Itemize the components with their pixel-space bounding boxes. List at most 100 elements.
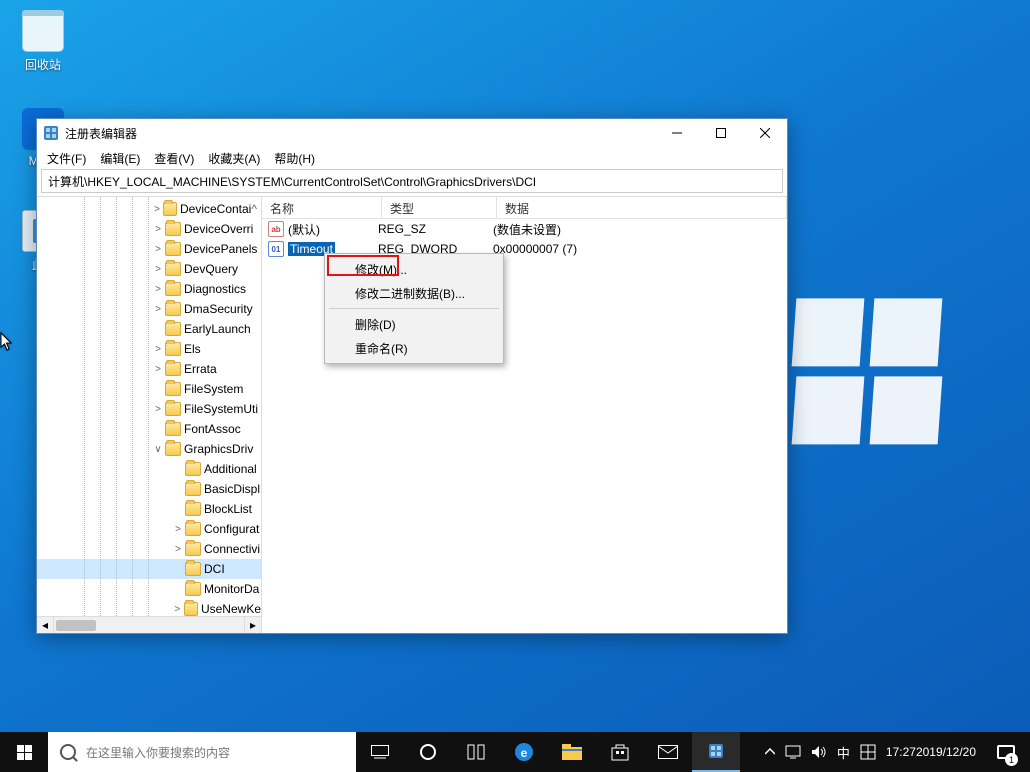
tree-label: EarlyLaunch: [184, 322, 251, 336]
expand-icon[interactable]: >: [152, 264, 164, 275]
tree-label: GraphicsDriv: [184, 442, 253, 456]
tree-node[interactable]: > DevicePanels: [37, 239, 261, 259]
tree-node[interactable]: >Connectivi: [37, 539, 261, 559]
tree-node[interactable]: >DevQuery: [37, 259, 261, 279]
expand-icon[interactable]: >: [172, 544, 184, 555]
folder-icon: [185, 522, 201, 536]
menu-help[interactable]: 帮助(H): [268, 148, 321, 169]
tree-node[interactable]: > Diagnostics: [37, 279, 261, 299]
minimize-button[interactable]: [655, 119, 699, 147]
expand-icon[interactable]: >: [172, 524, 184, 535]
expand-icon[interactable]: >: [152, 244, 164, 255]
edge-taskbar-icon[interactable]: e: [500, 732, 548, 772]
folder-icon: [165, 302, 181, 316]
explorer-taskbar-icon[interactable]: [548, 732, 596, 772]
folder-icon: [185, 482, 201, 496]
expand-icon[interactable]: >: [152, 304, 164, 315]
folder-icon: [185, 562, 201, 576]
ime-indicator[interactable]: 中: [837, 743, 850, 762]
tree-node[interactable]: >DeviceContai^: [37, 199, 261, 219]
ctx-delete[interactable]: 删除(D): [327, 312, 501, 336]
scroll-right-icon[interactable]: ▸: [244, 617, 261, 633]
tree-label: FileSystemUti: [184, 402, 258, 416]
folder-icon: [163, 202, 177, 216]
folder-icon: [185, 462, 201, 476]
tree-node[interactable]: >DeviceOverri: [37, 219, 261, 239]
search-box[interactable]: 在这里输入你要搜索的内容: [48, 732, 356, 772]
notifications-icon[interactable]: 1: [986, 732, 1026, 772]
menu-view[interactable]: 查看(V): [148, 148, 200, 169]
col-name[interactable]: 名称: [262, 197, 382, 218]
folder-icon: [165, 402, 181, 416]
taskview-icon[interactable]: [356, 732, 404, 772]
menu-edit[interactable]: 编辑(E): [94, 148, 146, 169]
expand-icon[interactable]: ∨: [152, 444, 164, 455]
list-row[interactable]: ab(默认)REG_SZ(数值未设置): [262, 219, 787, 239]
tree-node[interactable]: BlockList: [37, 499, 261, 519]
tray-volume-icon[interactable]: [811, 745, 827, 759]
tree-node[interactable]: DCI: [37, 559, 261, 579]
tree-node[interactable]: >Els: [37, 339, 261, 359]
tree-node[interactable]: > DmaSecurity: [37, 299, 261, 319]
ime-indicator-2[interactable]: [860, 744, 876, 760]
tray-network-icon[interactable]: [785, 745, 801, 759]
menu-favorites[interactable]: 收藏夹(A): [202, 148, 266, 169]
folder-icon: [185, 542, 201, 556]
ctx-rename[interactable]: 重命名(R): [327, 336, 501, 360]
tray-chevron-icon[interactable]: [765, 748, 775, 756]
maximize-button[interactable]: [699, 119, 743, 147]
context-menu: 修改(M)... 修改二进制数据(B)... 删除(D) 重命名(R): [324, 253, 504, 364]
menu-file[interactable]: 文件(F): [41, 148, 92, 169]
value-data: (数值未设置): [493, 221, 787, 238]
expand-icon[interactable]: >: [152, 404, 164, 415]
titlebar[interactable]: 注册表编辑器: [37, 119, 787, 147]
ctx-modify-binary[interactable]: 修改二进制数据(B)...: [327, 281, 501, 305]
expand-icon[interactable]: >: [152, 204, 162, 215]
folder-icon: [165, 282, 181, 296]
expand-icon[interactable]: >: [152, 224, 164, 235]
tree-node[interactable]: EarlyLaunch: [37, 319, 261, 339]
tree-node[interactable]: FileSystem: [37, 379, 261, 399]
window-title: 注册表编辑器: [65, 125, 655, 142]
tree-label: DmaSecurity: [184, 302, 253, 316]
expand-icon[interactable]: >: [152, 364, 164, 375]
tree-hscrollbar[interactable]: ◂ ▸: [37, 616, 261, 633]
ctx-modify[interactable]: 修改(M)...: [327, 257, 501, 281]
folder-icon: [184, 602, 198, 616]
store-taskbar-icon[interactable]: [596, 732, 644, 772]
col-data[interactable]: 数据: [497, 197, 787, 218]
tree-view[interactable]: >DeviceContai^>DeviceOverri>DevicePanels…: [37, 197, 261, 616]
tree-node[interactable]: > FileSystemUti: [37, 399, 261, 419]
tree-label: UseNewKe: [201, 602, 261, 616]
tree-node[interactable]: >Configurat: [37, 519, 261, 539]
tree-node[interactable]: FontAssoc: [37, 419, 261, 439]
task-icon-1[interactable]: [452, 732, 500, 772]
tree-node[interactable]: >Errata: [37, 359, 261, 379]
tree-node[interactable]: > UseNewKe: [37, 599, 261, 616]
tree-label: Diagnostics: [184, 282, 246, 296]
expand-icon[interactable]: >: [172, 604, 183, 615]
tree-node[interactable]: ∨ GraphicsDriv: [37, 439, 261, 459]
folder-icon: [185, 502, 201, 516]
clock-date: 2019/12/20: [916, 745, 976, 759]
tree-node[interactable]: BasicDispl: [37, 479, 261, 499]
recycle-bin-icon[interactable]: 回收站: [5, 10, 81, 73]
clock[interactable]: 17:27 2019/12/20: [886, 745, 976, 759]
tree-label: FontAssoc: [184, 422, 241, 436]
tree-label: DevicePanels: [184, 242, 257, 256]
tree-label: DeviceContai: [180, 202, 251, 216]
windows-logo-wallpaper: [794, 298, 940, 444]
tree-node[interactable]: MonitorDa: [37, 579, 261, 599]
close-button[interactable]: [743, 119, 787, 147]
scroll-left-icon[interactable]: ◂: [37, 617, 54, 633]
cortana-icon[interactable]: [404, 732, 452, 772]
start-button[interactable]: [0, 732, 48, 772]
col-type[interactable]: 类型: [382, 197, 497, 218]
address-bar[interactable]: 计算机\HKEY_LOCAL_MACHINE\SYSTEM\CurrentCon…: [41, 169, 783, 193]
mail-taskbar-icon[interactable]: [644, 732, 692, 772]
expand-icon[interactable]: >: [152, 284, 164, 295]
scroll-thumb[interactable]: [56, 620, 96, 631]
tree-node[interactable]: Additional: [37, 459, 261, 479]
expand-icon[interactable]: >: [152, 344, 164, 355]
active-app-taskbar-icon[interactable]: [692, 732, 740, 772]
